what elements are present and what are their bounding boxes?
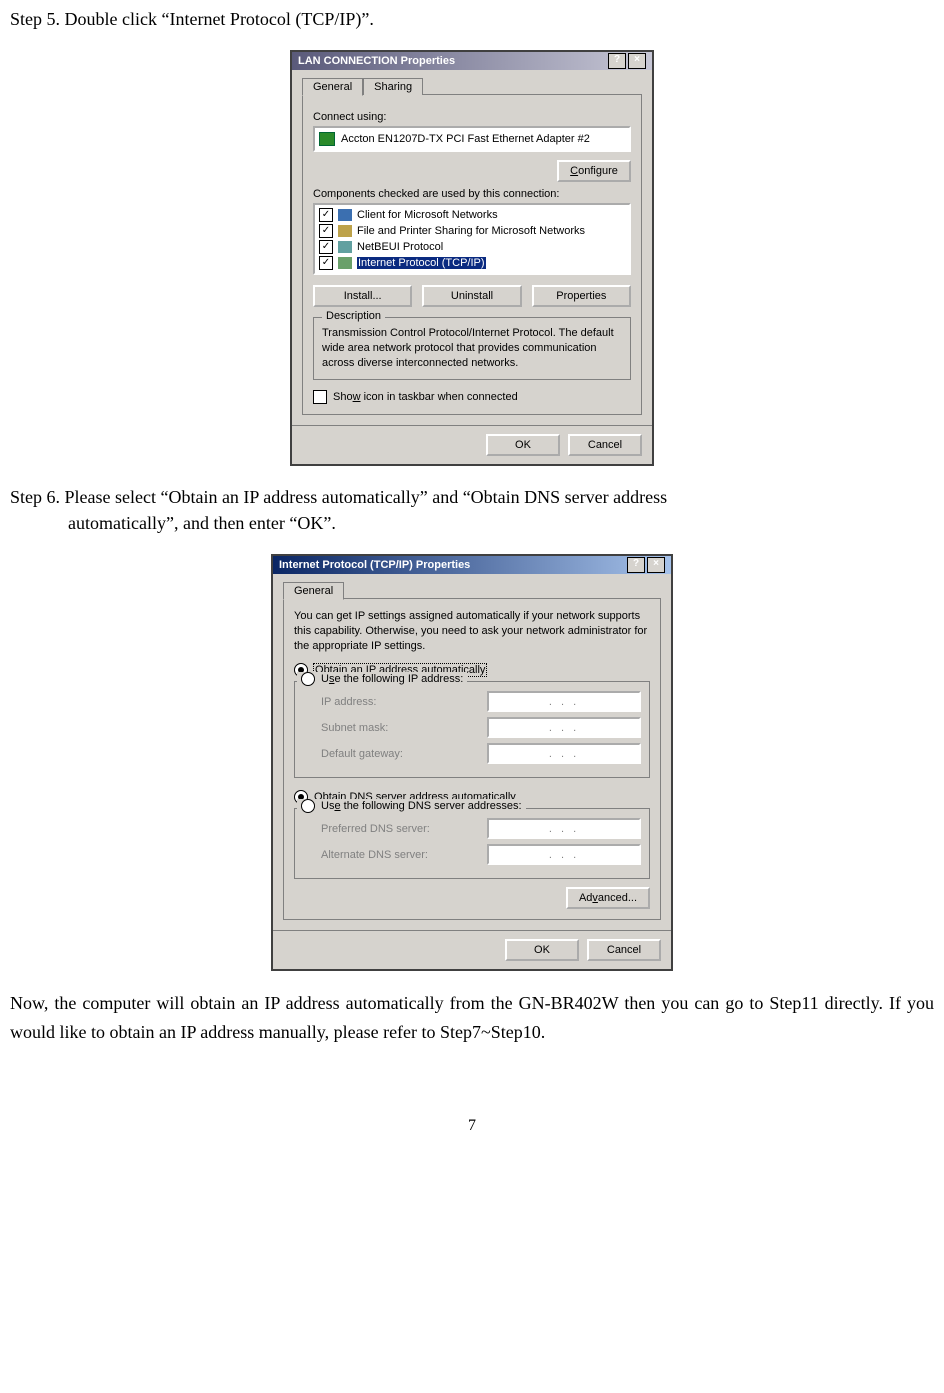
tab-general[interactable]: General <box>283 582 344 600</box>
checkbox-icon[interactable]: ✓ <box>319 208 333 222</box>
footnote-text: Now, the computer will obtain an IP addr… <box>10 989 934 1047</box>
tcpip-titlebar: Internet Protocol (TCP/IP) Properties ? … <box>273 556 671 574</box>
preferred-dns-row: Preferred DNS server:. . . <box>321 818 641 839</box>
gateway-row: Default gateway:. . . <box>321 743 641 764</box>
components-label: Components checked are used by this conn… <box>313 188 631 200</box>
lan-titlebar: LAN CONNECTION Properties ? × <box>292 52 652 70</box>
description-title: Description <box>322 310 385 322</box>
install-button[interactable]: Install... <box>313 285 412 307</box>
alternate-dns-input: . . . <box>487 844 641 865</box>
close-icon[interactable]: × <box>628 53 646 69</box>
help-icon[interactable]: ? <box>627 557 645 573</box>
checkbox-icon[interactable]: ✓ <box>319 256 333 270</box>
help-icon[interactable]: ? <box>608 53 626 69</box>
step5-text: Step 5. Double click “Internet Protocol … <box>10 6 934 32</box>
close-icon[interactable]: × <box>647 557 665 573</box>
step6-text: Step 6. Please select “Obtain an IP addr… <box>10 484 934 536</box>
show-icon-checkbox[interactable]: Show icon in taskbar when connected <box>313 390 631 404</box>
subnet-row: Subnet mask:. . . <box>321 717 641 738</box>
protocol-icon <box>338 257 352 269</box>
list-item-selected[interactable]: ✓Internet Protocol (TCP/IP) <box>317 255 627 271</box>
description-text: Transmission Control Protocol/Internet P… <box>322 326 622 371</box>
uninstall-button[interactable]: Uninstall <box>422 285 521 307</box>
cancel-button[interactable]: Cancel <box>587 939 661 961</box>
list-item[interactable]: ✓NetBEUI Protocol <box>317 239 627 255</box>
tcpip-title: Internet Protocol (TCP/IP) Properties <box>279 556 470 574</box>
subnet-input: . . . <box>487 717 641 738</box>
ok-button[interactable]: OK <box>486 434 560 456</box>
configure-button[interactable]: Configure <box>557 160 631 182</box>
connect-using-label: Connect using: <box>313 111 631 123</box>
adapter-field: Accton EN1207D-TX PCI Fast Ethernet Adap… <box>313 126 631 152</box>
advanced-button[interactable]: Advanced... <box>566 887 650 909</box>
description-group: Description Transmission Control Protoco… <box>313 317 631 380</box>
alternate-dns-row: Alternate DNS server:. . . <box>321 844 641 865</box>
protocol-icon <box>338 241 352 253</box>
lan-tabs: General Sharing <box>302 78 642 95</box>
radio-use-ip[interactable]: Use the following IP address: <box>297 672 467 686</box>
tab-sharing[interactable]: Sharing <box>363 78 423 95</box>
gateway-input: . . . <box>487 743 641 764</box>
network-adapter-icon <box>319 132 335 146</box>
adapter-name: Accton EN1207D-TX PCI Fast Ethernet Adap… <box>341 133 590 145</box>
ok-button[interactable]: OK <box>505 939 579 961</box>
lan-properties-dialog: LAN CONNECTION Properties ? × General Sh… <box>290 50 654 466</box>
list-item[interactable]: ✓File and Printer Sharing for Microsoft … <box>317 223 627 239</box>
cancel-button[interactable]: Cancel <box>568 434 642 456</box>
tcpip-properties-dialog: Internet Protocol (TCP/IP) Properties ? … <box>271 554 673 972</box>
ip-address-input: . . . <box>487 691 641 712</box>
properties-button[interactable]: Properties <box>532 285 631 307</box>
tcpip-info: You can get IP settings assigned automat… <box>294 609 650 654</box>
tab-general[interactable]: General <box>302 78 363 96</box>
service-icon <box>338 225 352 237</box>
radio-icon[interactable] <box>301 672 315 686</box>
radio-use-dns[interactable]: Use the following DNS server addresses: <box>297 799 526 813</box>
tcpip-tabs: General <box>283 582 661 599</box>
radio-icon[interactable] <box>301 799 315 813</box>
list-item[interactable]: ✓Client for Microsoft Networks <box>317 207 627 223</box>
show-icon-label: Show icon in taskbar when connected <box>333 391 518 403</box>
checkbox-icon[interactable]: ✓ <box>319 224 333 238</box>
components-listbox[interactable]: ✓Client for Microsoft Networks ✓File and… <box>313 203 631 275</box>
client-icon <box>338 209 352 221</box>
preferred-dns-input: . . . <box>487 818 641 839</box>
lan-title: LAN CONNECTION Properties <box>298 52 455 70</box>
checkbox-icon[interactable]: ✓ <box>319 240 333 254</box>
page-number: 7 <box>10 1117 934 1135</box>
ip-address-row: IP address:. . . <box>321 691 641 712</box>
checkbox-icon[interactable] <box>313 390 327 404</box>
